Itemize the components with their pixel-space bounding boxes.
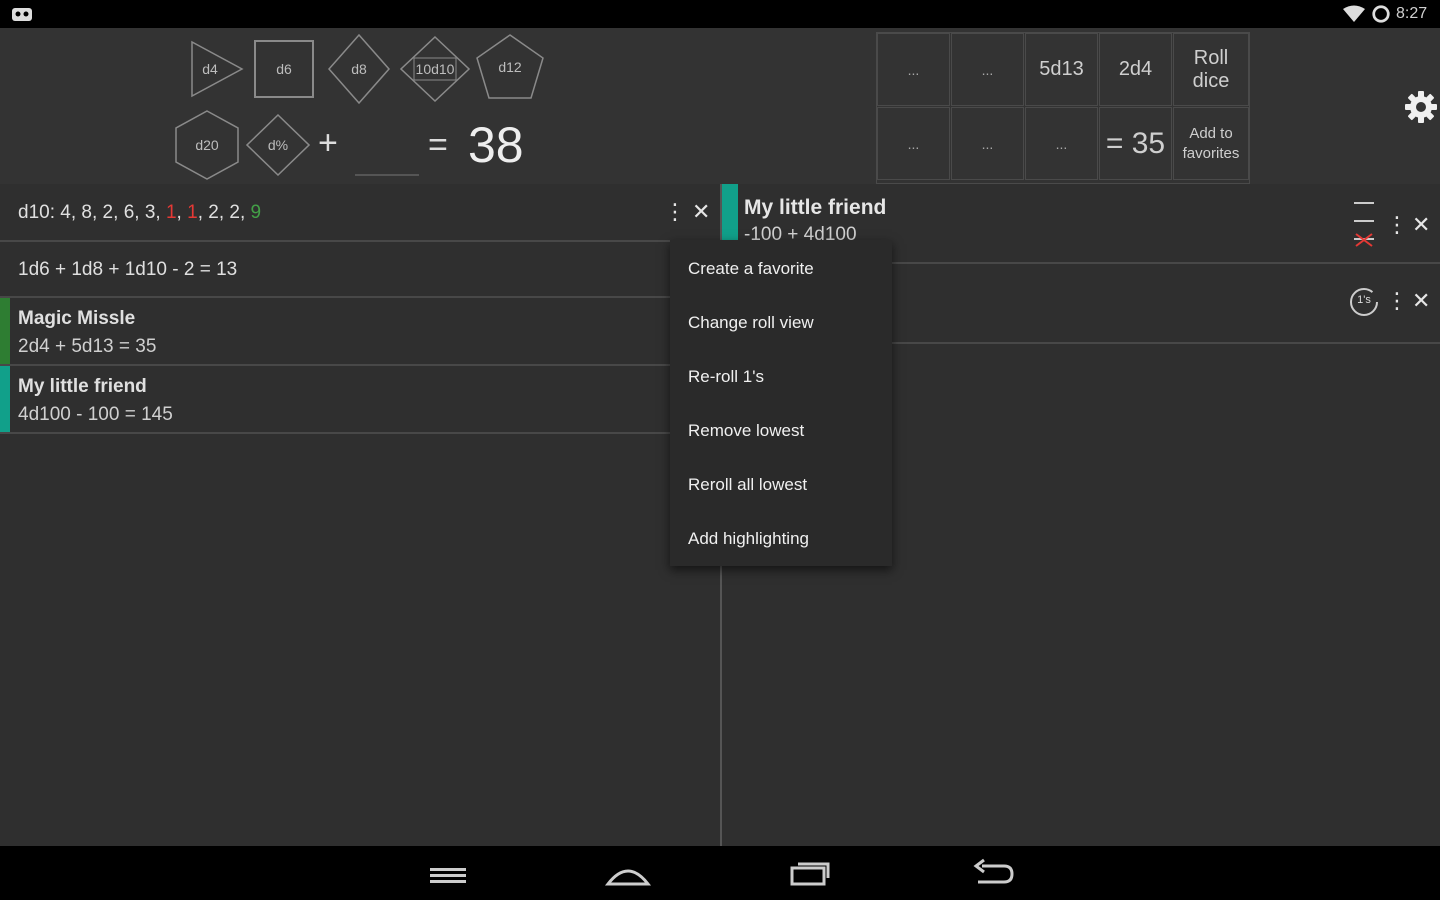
value-separator: , (113, 202, 124, 223)
die-value: 1 (187, 202, 198, 223)
roll-prefix: d10: (18, 202, 61, 223)
navigation-bar (0, 846, 1440, 900)
roll-formula: 2d4 + 5d13 = 35 (18, 336, 157, 357)
reroll-ones-icon[interactable]: 1's (1348, 286, 1380, 318)
back-icon[interactable] (968, 856, 1016, 890)
die-value: 8 (81, 202, 92, 223)
row-accent (0, 366, 10, 432)
favorite-slot[interactable]: 2d4 (1099, 33, 1172, 106)
die-value: 4 (60, 202, 71, 223)
roll-formula: 4d100 - 100 = 145 (18, 404, 173, 425)
die-value: 2 (229, 202, 240, 223)
menu-item-reroll-ones[interactable]: Re-roll 1's (688, 367, 764, 387)
menu-item-create-favorite[interactable]: Create a favorite (688, 259, 814, 279)
d20-button[interactable]: d20 (174, 110, 240, 180)
recent-apps-icon[interactable] (786, 856, 834, 890)
favorite-name: Magic Missle (18, 308, 136, 329)
favorite-name: My little friend (744, 196, 887, 219)
value-separator: , (155, 202, 166, 223)
overflow-menu-icon[interactable]: ⋮ (1386, 288, 1408, 314)
plus-sign: + (318, 124, 338, 162)
favorite-slot[interactable]: 5d13 (1025, 33, 1098, 106)
value-separator: , (70, 202, 82, 223)
d4-button[interactable]: d4 (190, 40, 244, 98)
value-separator: , (91, 202, 103, 223)
d10-button[interactable]: 10d10 (400, 36, 470, 102)
status-bar: 8:27 (0, 0, 1440, 28)
roll-dice-button[interactable]: Roll dice (1173, 33, 1249, 106)
die-value: 2 (208, 202, 219, 223)
die-value: 1 (165, 202, 177, 223)
value-separator: , (239, 202, 251, 223)
d8-label: d8 (351, 61, 367, 77)
d10-label: 10d10 (415, 61, 455, 77)
roll-total: 38 (468, 117, 524, 173)
value-separator: , (176, 202, 188, 223)
d12-label: d12 (498, 59, 522, 75)
die-value: 6 (123, 202, 135, 223)
d4-label: d4 (202, 61, 218, 77)
add-to-favorites-button[interactable]: Add to favorites (1173, 107, 1249, 180)
favorite-roll-row[interactable]: My little friend 4d100 - 100 = 145 (0, 366, 720, 434)
die-value: 2 (102, 202, 114, 223)
wifi-icon (1343, 5, 1365, 22)
d6-label: d6 (276, 61, 292, 77)
menu-icon[interactable] (424, 856, 472, 890)
overflow-menu-icon[interactable]: ⋮ (664, 199, 686, 225)
percentile-die-button[interactable]: d% (246, 114, 310, 176)
roll-values: 4, 8, 2, 6, 3, 1, 1, 2, 2, 9 (60, 202, 261, 223)
overflow-menu-icon[interactable]: ⋮ (1386, 212, 1408, 238)
d12-button[interactable]: d12 (476, 34, 544, 100)
modifier-input[interactable] (355, 122, 419, 176)
favorite-roll-row[interactable]: Magic Missle 2d4 + 5d13 = 35 (0, 298, 720, 366)
roll-history-row[interactable]: d10: 4, 8, 2, 6, 3, 1, 1, 2, 2, 9 ⋮ ✕ (0, 184, 720, 242)
close-icon[interactable]: ✕ (1412, 212, 1430, 238)
close-icon[interactable]: ✕ (1412, 288, 1430, 314)
die-value: 3 (144, 202, 156, 223)
favorite-slot[interactable]: ... (1025, 107, 1098, 180)
d8-button[interactable]: d8 (328, 34, 390, 104)
favorite-name: My little friend (18, 376, 147, 397)
d20-label: d20 (195, 137, 219, 153)
sync-icon (1372, 5, 1390, 23)
row-accent (722, 184, 738, 240)
percentile-label: d% (267, 137, 289, 153)
close-icon[interactable]: ✕ (692, 199, 710, 225)
favorite-slot[interactable]: ... (877, 107, 950, 180)
menu-item-change-roll-view[interactable]: Change roll view (688, 313, 814, 333)
value-separator: , (134, 202, 145, 223)
favorite-slot[interactable]: ... (877, 33, 950, 106)
roll-formula: 1d6 + 1d8 + 1d10 - 2 = 13 (18, 259, 238, 280)
row-accent (0, 298, 10, 364)
app-notification-icon (12, 8, 32, 21)
menu-item-add-highlighting[interactable]: Add highlighting (688, 529, 809, 549)
reroll-badge-label: 1's (1357, 294, 1371, 306)
value-separator: , (218, 202, 230, 223)
home-icon[interactable] (604, 856, 652, 890)
equals-sign: = (428, 126, 448, 164)
favorites-total: = 35 (1099, 107, 1172, 180)
menu-item-reroll-all-lowest[interactable]: Reroll all lowest (688, 475, 807, 495)
value-separator: , (197, 202, 209, 223)
d6-button[interactable]: d6 (254, 40, 314, 98)
menu-item-remove-lowest[interactable]: Remove lowest (688, 421, 804, 441)
die-value: 9 (250, 202, 262, 223)
remove-lowest-icon[interactable] (1352, 200, 1376, 248)
clock: 8:27 (1396, 5, 1428, 22)
roll-history-row[interactable]: 1d6 + 1d8 + 1d10 - 2 = 13 (0, 242, 720, 298)
gear-icon[interactable] (1404, 90, 1438, 124)
roll-result-text: d10: 4, 8, 2, 6, 3, 1, 1, 2, 2, 9 (18, 202, 261, 224)
favorite-slot[interactable]: ... (951, 107, 1024, 180)
roll-options-menu: Create a favorite Change roll view Re-ro… (670, 240, 892, 566)
favorites-grid: ... ... 5d13 2d4 Roll dice ... ... ... =… (876, 32, 1250, 184)
favorite-slot[interactable]: ... (951, 33, 1024, 106)
